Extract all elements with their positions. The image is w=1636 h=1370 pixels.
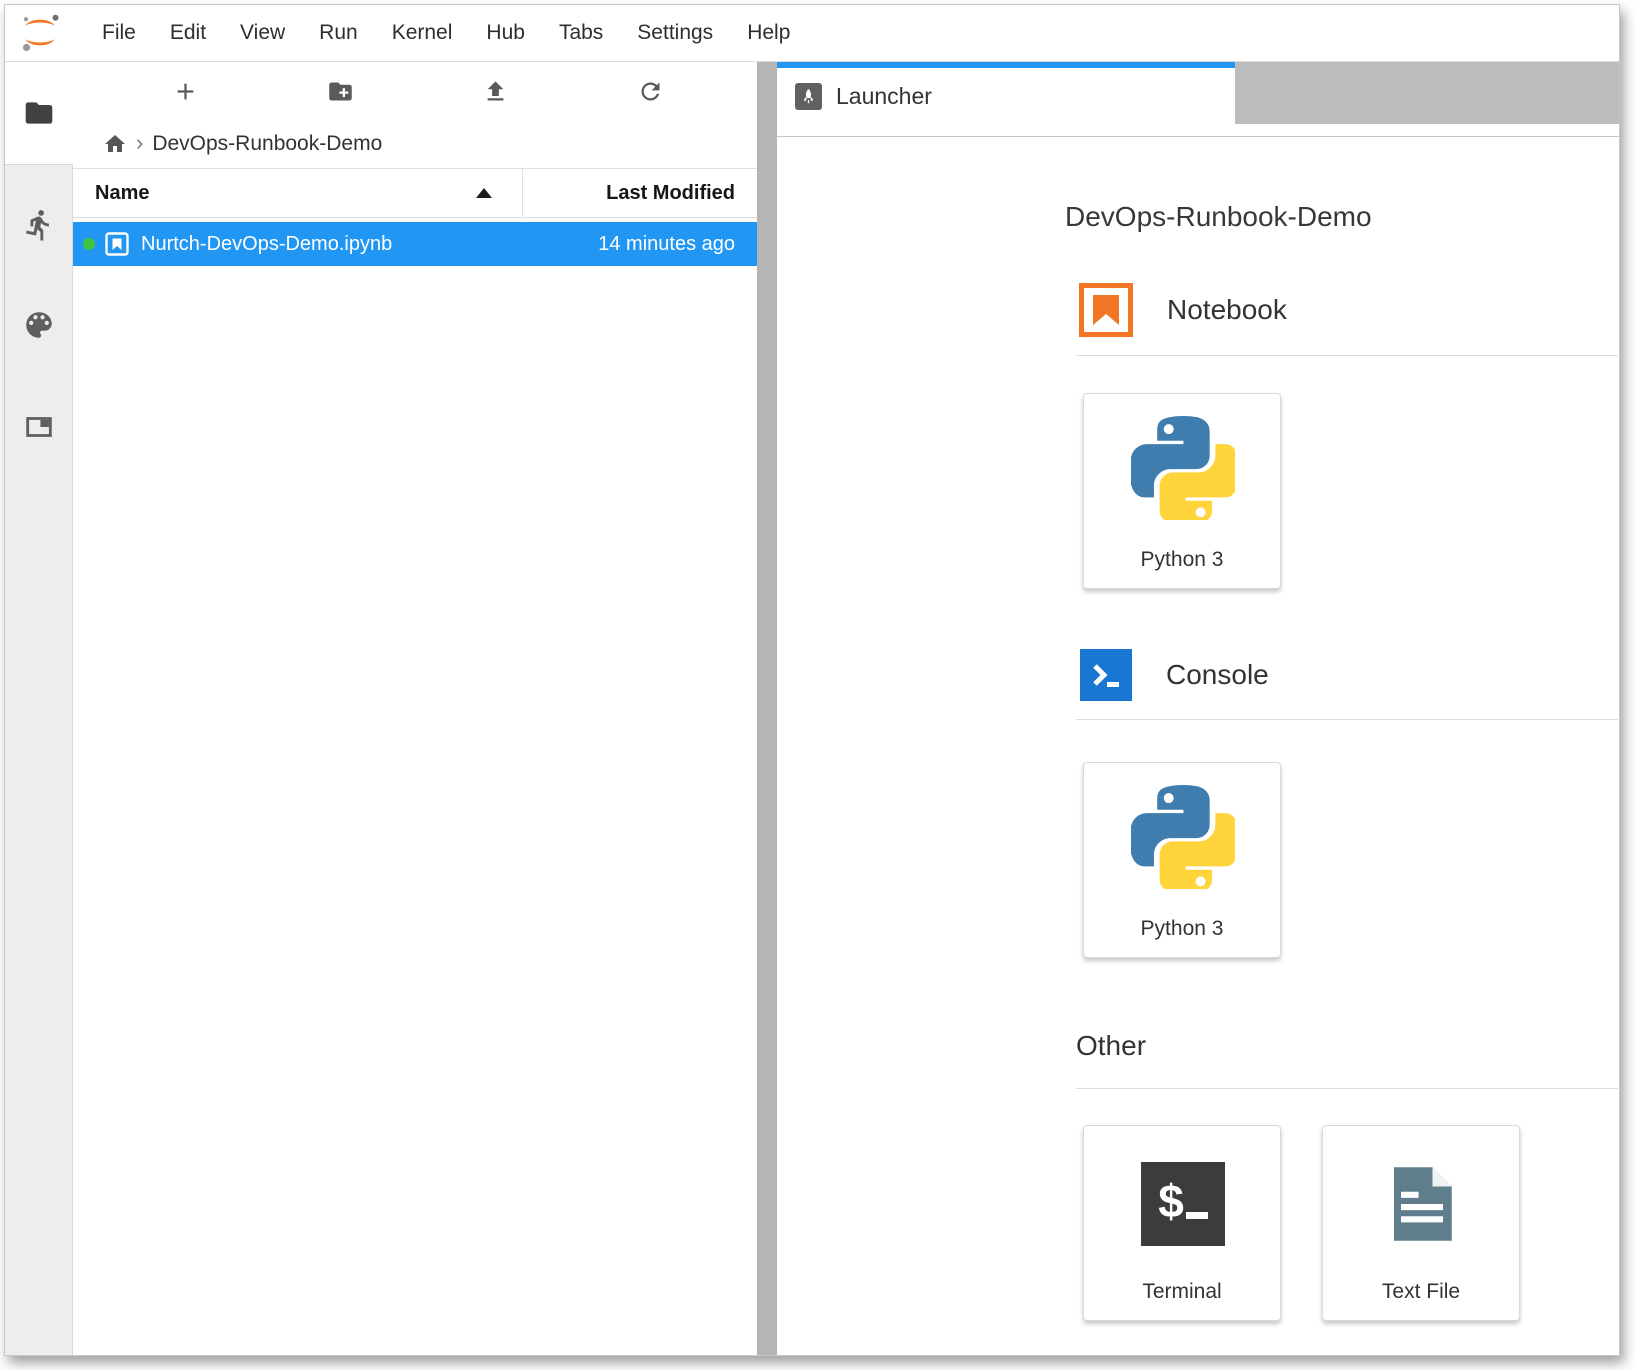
section-console-label: Console — [1166, 659, 1269, 691]
file-browser-toolbar — [73, 62, 757, 120]
menu-hub[interactable]: Hub — [469, 21, 542, 45]
jupyter-logo-icon — [17, 13, 63, 53]
launcher-card-console-python3[interactable]: Python 3 — [1083, 762, 1281, 958]
text-file-icon — [1380, 1162, 1464, 1246]
column-header-last-modified[interactable]: Last Modified — [522, 169, 757, 217]
home-icon — [103, 132, 127, 156]
section-other: Other — [1076, 1030, 1146, 1062]
menu-tabs[interactable]: Tabs — [542, 21, 620, 45]
launcher-card-terminal[interactable]: $ Terminal — [1083, 1125, 1281, 1321]
breadcrumb: › DevOps-Runbook-Demo — [73, 120, 757, 168]
activity-sidebar — [5, 62, 73, 1355]
rocket-icon — [795, 83, 822, 110]
launcher-card-notebook-python3[interactable]: Python 3 — [1083, 393, 1281, 589]
column-last-modified-label: Last Modified — [606, 182, 735, 205]
folder-icon — [23, 97, 55, 129]
console-blue-icon — [1080, 649, 1132, 701]
card-label-text-file: Text File — [1323, 1280, 1519, 1304]
section-divider — [1076, 355, 1618, 356]
tab-launcher[interactable]: Launcher — [777, 62, 1235, 124]
menu-run[interactable]: Run — [302, 21, 375, 45]
sidebar-tab-file-browser[interactable] — [5, 78, 73, 148]
panel-splitter[interactable] — [757, 62, 777, 1355]
menu-edit[interactable]: Edit — [153, 21, 223, 45]
main-dock-area: Launcher DevOps-Runbook-Demo Notebook — [777, 62, 1619, 1355]
terminal-icon: $ — [1141, 1162, 1225, 1246]
jupyterlab-window: File Edit View Run Kernel Hub Tabs Setti… — [4, 4, 1620, 1356]
upload-icon — [482, 78, 509, 105]
tabs-icon — [22, 410, 56, 444]
sidebar-tab-running-sessions[interactable] — [5, 190, 73, 260]
column-header-name[interactable]: Name — [73, 169, 522, 217]
sort-ascending-icon — [476, 188, 492, 198]
file-row-selected[interactable]: Nurtch-DevOps-Demo.ipynb 14 minutes ago — [73, 222, 757, 266]
upload-button[interactable] — [476, 71, 516, 111]
section-notebook: Notebook — [1079, 283, 1287, 337]
menu-file[interactable]: File — [85, 21, 153, 45]
notebook-icon — [104, 231, 130, 257]
menu-settings[interactable]: Settings — [620, 21, 730, 45]
section-console: Console — [1080, 649, 1269, 701]
sidebar-tab-open-tabs[interactable] — [5, 392, 73, 462]
dock-tab-bar: Launcher — [777, 62, 1619, 124]
refresh-icon — [637, 78, 664, 105]
file-list-header: Name Last Modified — [73, 168, 757, 218]
card-label-python3-notebook: Python 3 — [1084, 548, 1280, 572]
new-folder-button[interactable] — [320, 71, 360, 111]
section-other-label: Other — [1076, 1030, 1146, 1062]
section-divider — [1076, 1088, 1618, 1089]
section-notebook-label: Notebook — [1167, 294, 1287, 326]
card-label-terminal: Terminal — [1084, 1280, 1280, 1304]
column-name-label: Name — [95, 182, 149, 205]
menu-help[interactable]: Help — [730, 21, 807, 45]
file-name: Nurtch-DevOps-Demo.ipynb — [141, 233, 392, 256]
file-browser-panel: › DevOps-Runbook-Demo Name Last Modified — [73, 62, 757, 1355]
kernel-running-dot — [83, 238, 95, 250]
sidebar-tab-command-palette[interactable] — [5, 290, 73, 360]
launcher-card-text-file[interactable]: Text File — [1322, 1125, 1520, 1321]
plus-icon — [172, 78, 199, 105]
python-logo — [1131, 785, 1235, 889]
card-label-python3-console: Python 3 — [1084, 917, 1280, 941]
folder-plus-icon — [327, 78, 354, 105]
tab-launcher-label: Launcher — [836, 83, 932, 110]
tab-bar-bottom-border — [777, 124, 1619, 137]
notebook-orange-icon — [1079, 283, 1133, 337]
breadcrumb-home[interactable] — [103, 132, 127, 156]
python-logo — [1131, 416, 1235, 520]
launcher-panel: DevOps-Runbook-Demo Notebook Python 3 — [777, 137, 1619, 1355]
breadcrumb-separator: › — [136, 130, 143, 156]
breadcrumb-current-folder[interactable]: DevOps-Runbook-Demo — [152, 132, 382, 156]
file-last-modified: 14 minutes ago — [598, 233, 757, 256]
refresh-button[interactable] — [631, 71, 671, 111]
menu-kernel[interactable]: Kernel — [375, 21, 470, 45]
section-divider — [1076, 719, 1618, 720]
palette-icon — [22, 308, 56, 342]
new-launcher-button[interactable] — [165, 71, 205, 111]
menu-bar: File Edit View Run Kernel Hub Tabs Setti… — [5, 5, 1619, 62]
menu-view[interactable]: View — [223, 21, 302, 45]
running-man-icon — [22, 208, 56, 242]
launcher-cwd-title: DevOps-Runbook-Demo — [1065, 201, 1372, 233]
